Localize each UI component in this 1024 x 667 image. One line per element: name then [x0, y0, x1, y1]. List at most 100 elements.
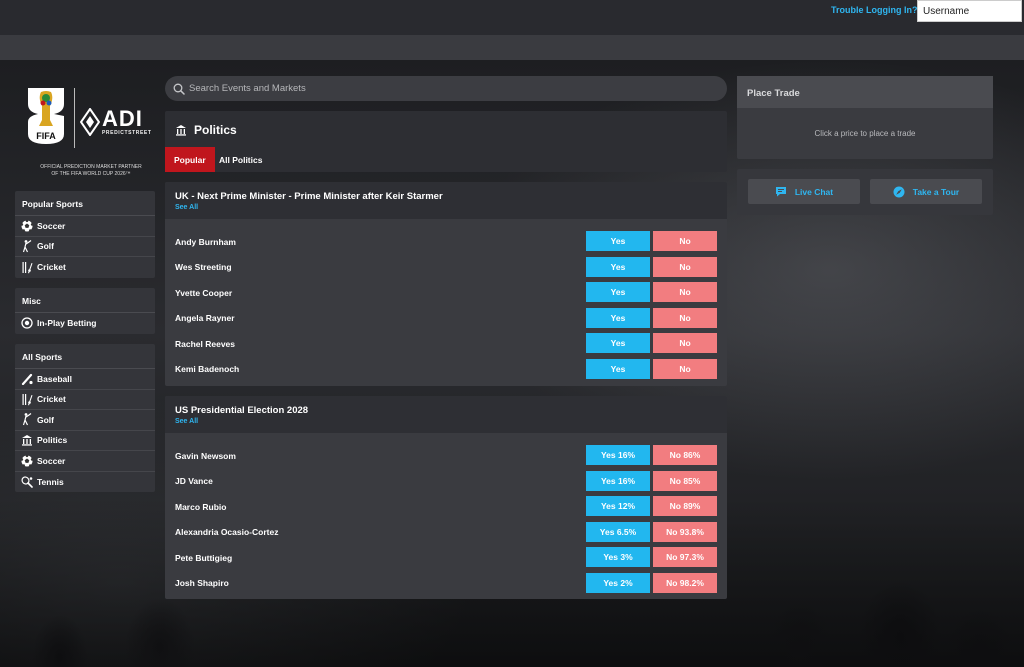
sidebar-item-soccer[interactable]: Soccer	[15, 451, 155, 472]
world-cup-logo-icon: FIFA	[28, 88, 64, 144]
candidate-name: Yvette Cooper	[175, 287, 233, 298]
sidebar-item-label: Politics	[37, 435, 68, 446]
yes-button[interactable]: Yes 16%	[586, 445, 650, 465]
compass-icon	[893, 186, 905, 198]
yes-button[interactable]: Yes	[586, 282, 650, 302]
logo-divider	[74, 88, 75, 148]
sidebar-all-sports: All Sports Baseball Cricket Golf Politic…	[15, 344, 155, 492]
no-button[interactable]: No	[653, 333, 717, 353]
candidate-name: Kemi Badenoch	[175, 364, 240, 375]
market-row: Yvette Cooper Yes No	[175, 280, 717, 306]
market-row: Marco Rubio Yes 12% No 89%	[175, 494, 717, 520]
candidate-name: Rachel Reeves	[175, 338, 236, 349]
yes-button[interactable]: Yes	[586, 333, 650, 353]
sidebar-item-golf[interactable]: Golf	[15, 410, 155, 431]
candidate-name: Josh Shapiro	[175, 578, 229, 589]
username-input[interactable]	[917, 0, 1022, 22]
sidebar-item-politics[interactable]: Politics	[15, 431, 155, 451]
yes-button[interactable]: Yes 6.5%	[586, 521, 650, 542]
no-button[interactable]: No	[653, 307, 717, 328]
sidebar-section-title: All Sports	[15, 344, 155, 369]
yes-button[interactable]: Yes	[586, 256, 650, 277]
see-all-link[interactable]: See All	[175, 204, 717, 211]
adi-diamond-icon	[80, 108, 100, 136]
sidebar-item-label: Golf	[37, 241, 54, 252]
yes-button[interactable]: Yes 16%	[586, 470, 650, 491]
svg-text:FIFA: FIFA	[36, 131, 56, 141]
sidebar-item-label: Soccer	[37, 220, 66, 231]
yes-button[interactable]: Yes 3%	[586, 547, 650, 567]
candidate-name: Alexandria Ocasio-Cortez	[175, 527, 279, 538]
market-header: UK - Next Prime Minister - Prime Ministe…	[165, 182, 727, 219]
place-trade-message: Click a price to place a trade	[814, 129, 916, 138]
place-trade-panel: Place Trade Click a price to place a tra…	[737, 76, 993, 159]
live-chat-button[interactable]: Live Chat	[748, 179, 860, 204]
yes-button[interactable]: Yes	[586, 307, 650, 328]
adi-logo-subtext: PREDICTSTREET	[102, 130, 152, 136]
no-button[interactable]: No 97.3%	[653, 547, 717, 567]
no-button[interactable]: No	[653, 282, 717, 302]
market-row: Rachel Reeves Yes No	[175, 331, 717, 357]
market-row: Josh Shapiro Yes 2% No 98.2%	[175, 571, 717, 597]
sidebar-item-cricket[interactable]: Cricket	[15, 257, 155, 278]
market-row: Alexandria Ocasio-Cortez Yes 6.5% No 93.…	[175, 520, 717, 546]
no-button[interactable]: No 86%	[653, 445, 717, 465]
place-trade-title: Place Trade	[737, 76, 993, 108]
soccer-ball-icon	[20, 454, 34, 468]
politics-header: Politics Popular All Politics	[165, 111, 727, 172]
baseball-icon	[20, 372, 34, 386]
market-card-uk-pm: UK - Next Prime Minister - Prime Ministe…	[165, 182, 727, 386]
tab-popular[interactable]: Popular	[165, 147, 215, 172]
yes-button[interactable]: Yes 2%	[586, 572, 650, 593]
candidate-name: Gavin Newsom	[175, 450, 236, 461]
market-card-us-election: US Presidential Election 2028 See All Ga…	[165, 396, 727, 599]
help-panel: Live Chat Take a Tour	[737, 169, 993, 215]
market-title: US Presidential Election 2028	[175, 405, 309, 416]
sidebar-item-golf[interactable]: Golf	[15, 237, 155, 257]
cricket-icon	[20, 392, 34, 406]
market-row: Wes Streeting Yes No	[175, 255, 717, 281]
sidebar-item-label: Soccer	[37, 455, 66, 466]
sidebar-item-tennis[interactable]: Tennis	[15, 472, 155, 493]
partner-text: OFFICIAL PREDICTION MARKET PARTNER OF TH…	[40, 164, 142, 177]
sidebar-item-baseball[interactable]: Baseball	[15, 369, 155, 390]
search-input[interactable]	[189, 83, 709, 94]
candidate-name: JD Vance	[175, 476, 213, 487]
market-row: Kemi Badenoch Yes No	[175, 357, 717, 383]
search-bar	[165, 76, 727, 101]
sidebar-item-in-play-betting[interactable]: In-Play Betting	[15, 313, 155, 334]
no-button[interactable]: No 98.2%	[653, 572, 717, 593]
no-button[interactable]: No 89%	[653, 496, 717, 516]
no-button[interactable]: No 85%	[653, 470, 717, 491]
no-button[interactable]: No 93.8%	[653, 521, 717, 542]
take-a-tour-label: Take a Tour	[912, 186, 960, 197]
sidebar-item-label: Cricket	[37, 262, 66, 273]
page-title-text: Politics	[194, 123, 237, 137]
candidate-name: Angela Rayner	[175, 313, 235, 324]
sidebar-item-cricket[interactable]: Cricket	[15, 390, 155, 410]
soccer-ball-icon	[20, 219, 34, 233]
market-rows: Andy Burnham Yes No Wes Streeting Yes No…	[165, 219, 727, 382]
see-all-link[interactable]: See All	[175, 418, 717, 425]
no-button[interactable]: No	[653, 231, 717, 251]
chat-icon	[775, 186, 787, 197]
no-button[interactable]: No	[653, 358, 717, 379]
yes-button[interactable]: Yes 12%	[586, 496, 650, 516]
logo: FIFA ADI PREDICTSTREET OFFICIAL PREDICTI…	[20, 86, 160, 181]
tab-all-politics[interactable]: All Politics	[210, 147, 271, 172]
market-row: Gavin Newsom Yes 16% No 86%	[175, 443, 717, 469]
candidate-name: Marco Rubio	[175, 501, 227, 512]
trouble-logging-in-link[interactable]: Trouble Logging In?	[831, 5, 917, 15]
take-a-tour-button[interactable]: Take a Tour	[870, 179, 982, 204]
sidebar-item-soccer[interactable]: Soccer	[15, 216, 155, 237]
sub-bar	[0, 35, 1024, 60]
golfer-icon	[20, 413, 34, 427]
market-row: Andy Burnham Yes No	[175, 229, 717, 255]
inplay-icon	[20, 316, 34, 330]
yes-button[interactable]: Yes	[586, 358, 650, 379]
cricket-icon	[20, 260, 34, 274]
no-button[interactable]: No	[653, 256, 717, 277]
capitol-icon	[20, 433, 34, 447]
yes-button[interactable]: Yes	[586, 231, 650, 251]
sidebar-section-title: Misc	[15, 288, 155, 313]
